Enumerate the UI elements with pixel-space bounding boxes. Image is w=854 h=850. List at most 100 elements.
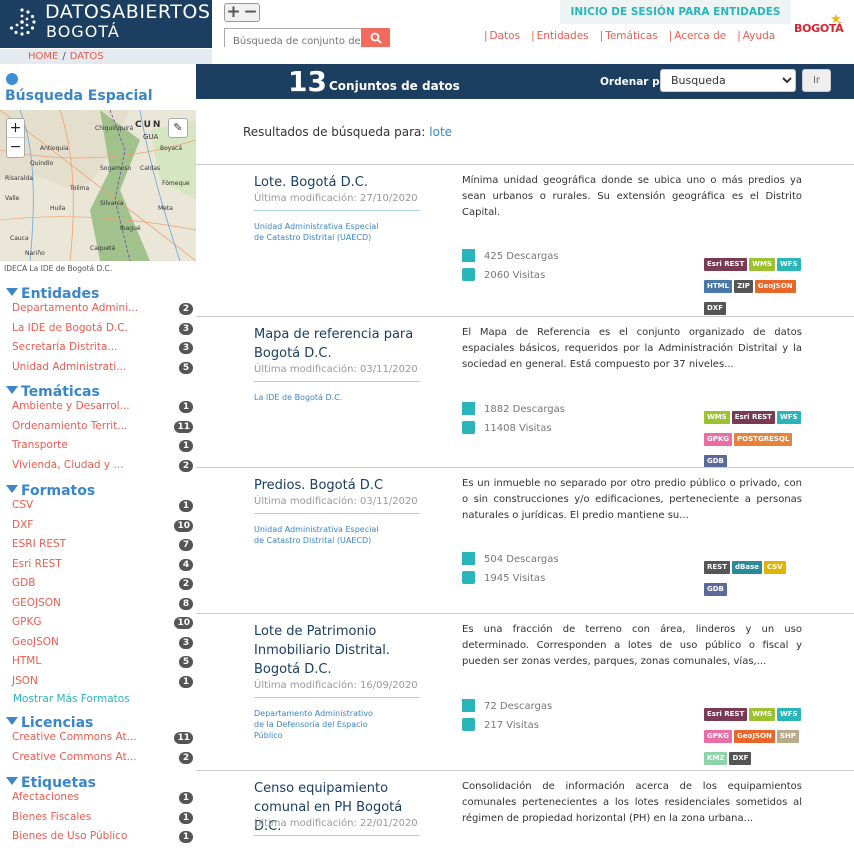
nav-ayuda[interactable]: Ayuda (737, 30, 775, 42)
filter-item[interactable]: Bienes de Uso Público 1 (12, 830, 194, 843)
filter-item[interactable]: Esri REST 4 (12, 557, 194, 571)
format-tag[interactable]: POSTGRESQL (734, 433, 793, 446)
filter-item[interactable]: La IDE de Bogotá D.C. 3 (12, 322, 194, 335)
format-tag[interactable]: WMS (704, 411, 730, 424)
format-tag[interactable]: Esri REST (731, 411, 775, 424)
draw-pencil-icon[interactable]: ✎ (168, 118, 188, 138)
format-tag[interactable]: WMS (749, 708, 775, 721)
filter-item[interactable]: Creative Commons At... 11 (12, 731, 194, 744)
dataset-organization-link[interactable]: La IDE de Bogotá D.C. (254, 392, 384, 403)
nav-datos[interactable]: Datos (484, 30, 521, 42)
map-canvas[interactable]: CUN GUA Caldas Antioquia Boyacá Tolima M… (0, 110, 196, 261)
dataset-card: Predios. Bogotá D.C Última modificación: … (196, 467, 854, 613)
filter-section-title[interactable]: Formatos (6, 483, 95, 499)
dataset-title-link[interactable]: Lote. Bogotá D.C. (254, 173, 424, 192)
eye-icon (462, 421, 475, 434)
format-tag[interactable]: GPKG (704, 730, 733, 743)
filter-item[interactable]: Unidad Administrati... 5 (12, 361, 194, 374)
breadcrumb-home[interactable]: HOME (28, 51, 58, 62)
filter-item[interactable]: GDB 2 (12, 577, 194, 590)
filter-section-title[interactable]: Temáticas (6, 384, 100, 400)
format-tag[interactable]: KMZ (704, 752, 728, 765)
format-tag[interactable]: GeoJSON (734, 730, 775, 743)
map-zoom-out-button[interactable]: − (7, 138, 24, 157)
text-size-decrease-button[interactable]: − (243, 4, 257, 21)
filter-item[interactable]: ESRI REST 7 (12, 538, 194, 551)
format-tag[interactable]: HTML (704, 280, 733, 293)
filter-section-title[interactable]: Etiquetas (6, 775, 96, 791)
filter-item[interactable]: GeoJSON 3 (12, 636, 194, 649)
filter-item[interactable]: Transporte 1 (12, 439, 194, 452)
filter-count-badge: 1 (179, 675, 193, 688)
nav-acerca[interactable]: Acerca de (669, 30, 726, 42)
filter-section-title[interactable]: Licencias (6, 715, 93, 731)
text-size-control[interactable]: + − (224, 3, 260, 22)
filter-item-label: Esri REST (12, 557, 62, 570)
filter-section-title[interactable]: Entidades (6, 286, 99, 302)
dataset-organization-link[interactable]: Unidad Administrativa Especial de Catast… (254, 221, 384, 243)
filter-item[interactable]: CSV 1 (12, 499, 194, 512)
dataset-title-link[interactable]: Mapa de referencia para Bogotá D.C. (254, 325, 424, 363)
eye-icon (462, 718, 475, 731)
nav-entidades[interactable]: Entidades (531, 30, 589, 42)
map-label-antioquia: Antioquia (40, 145, 69, 152)
format-tag[interactable]: DXF (704, 302, 726, 315)
filter-item[interactable]: Secretaría Distrita... 3 (12, 341, 194, 354)
bogota-city-logo[interactable]: BOGOTÁ ★ (794, 12, 844, 35)
downloads-stat: 72 Descargas (462, 699, 552, 712)
format-tag[interactable]: WMS (749, 258, 775, 271)
format-tag[interactable]: WFS (776, 708, 801, 721)
nav-tematicas[interactable]: Temáticas (600, 30, 657, 42)
format-tag[interactable]: WFS (776, 258, 801, 271)
download-icon (462, 402, 475, 415)
dataset-organization-link[interactable]: Unidad Administrativa Especial de Catast… (254, 524, 384, 546)
filter-item[interactable]: GPKG 10 (12, 616, 194, 629)
filter-item[interactable]: Departamento Admini... 2 (12, 302, 194, 315)
login-link[interactable]: INICIO DE SESIÓN PARA ENTIDADES (560, 0, 791, 24)
filter-item[interactable]: Ambiente y Desarrol... 1 (12, 400, 194, 413)
format-tag[interactable]: WFS (776, 411, 801, 424)
show-more-formats-link[interactable]: Mostrar Más Formatos (13, 693, 195, 705)
filter-item[interactable]: Creative Commons At... 2 (12, 751, 194, 764)
breadcrumb-current[interactable]: DATOS (70, 51, 104, 62)
format-tag[interactable]: CSV (763, 561, 786, 574)
format-tag[interactable]: dBase (732, 561, 762, 574)
site-logo[interactable]: DATOSABIERTOS BOGOTÁ (0, 0, 212, 48)
filter-item[interactable]: Ordenamiento Territ... 11 (12, 420, 194, 433)
map-zoom-in-button[interactable]: + (7, 119, 24, 138)
star-icon: ★ (830, 12, 842, 27)
format-tag[interactable]: GPKG (704, 433, 733, 446)
format-tag[interactable]: Esri REST (704, 258, 748, 271)
dataset-description: El Mapa de Referencia es el conjunto org… (462, 327, 802, 370)
downloads-count: 425 Descargas (484, 251, 559, 262)
dataset-title-link[interactable]: Predios. Bogotá D.C (254, 476, 424, 495)
search-input[interactable] (225, 33, 362, 50)
format-tag[interactable]: REST (704, 561, 730, 574)
dataset-title-link[interactable]: Lote de Patrimonio Inmobiliario Distrita… (254, 622, 424, 679)
filter-item[interactable]: Bienes Fiscales 1 (12, 811, 194, 824)
sort-go-button[interactable]: Ir (802, 69, 831, 92)
query-term[interactable]: lote (429, 125, 452, 139)
filter-item[interactable]: JSON 1 (12, 675, 194, 688)
format-tag[interactable]: GDB (704, 583, 727, 596)
text-size-increase-button[interactable]: + (226, 4, 240, 21)
filter-item[interactable]: DXF 10 (12, 519, 194, 532)
dataset-organization-link[interactable]: Departamento Administrativo de la Defens… (254, 708, 384, 741)
search-button[interactable] (361, 28, 390, 47)
filter-item[interactable]: GEOJSON 8 (12, 597, 194, 610)
format-tag[interactable]: ZIP (734, 280, 753, 293)
filter-count-badge: 1 (179, 500, 193, 512)
spatial-search-map[interactable]: CUN GUA Caldas Antioquia Boyacá Tolima M… (0, 110, 196, 261)
format-tag[interactable]: DXF (729, 752, 752, 765)
format-tag[interactable]: Esri REST (704, 708, 748, 721)
sort-select[interactable]: Busqueda (660, 69, 796, 92)
format-tag[interactable]: GeoJSON (754, 280, 796, 293)
filter-item-label: Afectaciones (12, 791, 79, 803)
format-tag[interactable]: SHP (776, 730, 799, 743)
filter-item-label: Ambiente y Desarrol... (12, 400, 130, 412)
dataset-description: Es una fracción de terreno con área, lin… (462, 624, 802, 667)
filter-item[interactable]: HTML 5 (12, 655, 194, 668)
filter-item[interactable]: Vivienda, Ciudad y ... 2 (12, 459, 194, 472)
filter-item[interactable]: Afectaciones 1 (12, 791, 194, 804)
filter-section-label: Entidades (21, 286, 100, 302)
